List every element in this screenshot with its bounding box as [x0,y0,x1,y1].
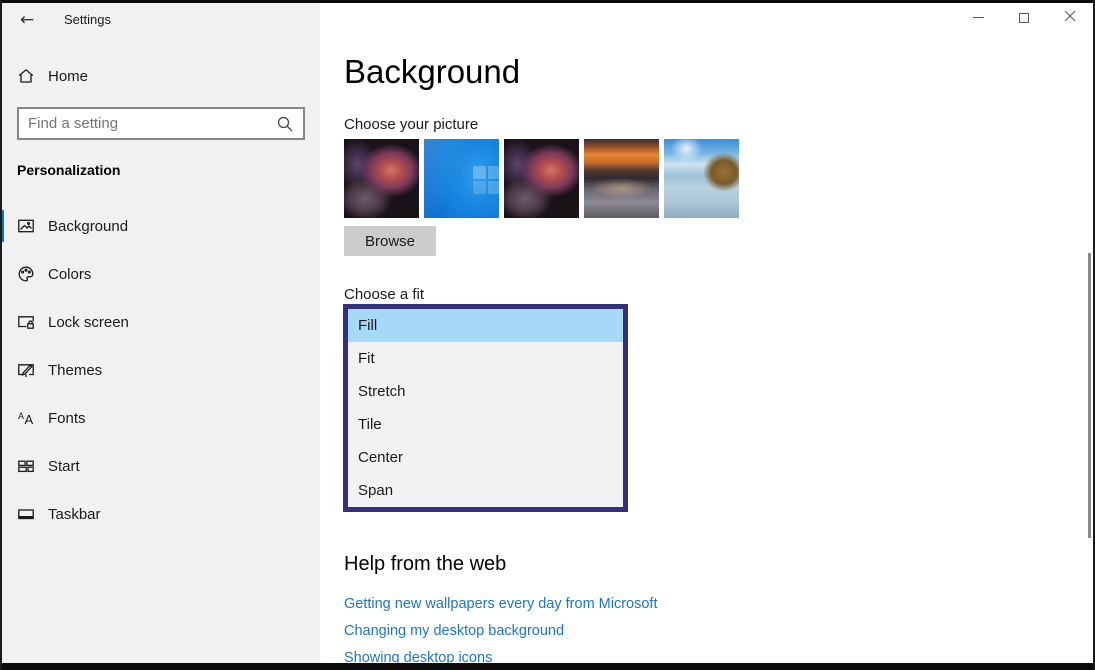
sidebar-item-label: Taskbar [48,506,101,523]
wallpaper-thumbnail-4[interactable] [584,139,659,218]
sidebar-item-label: Fonts [48,410,86,427]
image-icon [17,217,35,240]
vertical-scrollbar-thumb[interactable] [1088,253,1091,538]
main-content: Background Choose your picture Browse Ch… [320,3,1093,663]
fit-option-fill[interactable]: Fill [348,309,623,342]
sidebar-item-home[interactable]: Home [0,63,320,93]
section-header-personalization: Personalization [17,162,120,178]
sidebar-item-lock-screen[interactable]: Lock screen [0,300,320,344]
fit-option-center[interactable]: Center [348,441,623,474]
sidebar-item-colors[interactable]: Colors [0,252,320,296]
wallpaper-thumbnail-3[interactable] [504,139,579,218]
wallpaper-thumbnail-5[interactable] [664,139,739,218]
search-input[interactable] [19,115,275,132]
close-button[interactable] [1047,3,1093,32]
close-icon [1064,9,1076,27]
lock-screen-icon [17,313,35,336]
wallpaper-thumbnails [344,139,739,218]
minimize-icon [973,17,984,18]
palette-icon [17,265,35,288]
sidebar-item-label: Home [48,68,88,85]
browse-button[interactable]: Browse [344,226,436,256]
sidebar-item-label: Themes [48,362,102,379]
themes-icon [17,361,35,384]
wallpaper-thumbnail-1[interactable] [344,139,419,218]
back-button[interactable]: ← [14,9,40,31]
svg-text:A: A [18,411,24,421]
minimize-button[interactable] [955,3,1001,32]
app-title: Settings [64,12,111,27]
sidebar-item-label: Background [48,218,128,235]
window-edge-bottom [0,663,1095,670]
page-title: Background [344,53,520,91]
sidebar-item-label: Start [48,458,80,475]
link-getting-new-wallpapers[interactable]: Getting new wallpapers every day from Mi… [344,596,658,612]
fit-option-stretch[interactable]: Stretch [348,375,623,408]
search-box [17,107,305,140]
fit-dropdown-list: Fill Fit Stretch Tile Center Span [343,304,628,512]
choose-fit-label: Choose a fit [344,286,424,303]
back-arrow-icon: ← [20,10,34,30]
sidebar-item-label: Colors [48,266,91,283]
sidebar-item-label: Lock screen [48,314,129,331]
window-controls [955,3,1093,32]
start-grid-icon [17,457,35,480]
fonts-icon: A A [17,409,35,432]
sidebar-item-themes[interactable]: Themes [0,348,320,392]
fit-option-fit[interactable]: Fit [348,342,623,375]
sidebar-item-start[interactable]: Start [0,444,320,488]
choose-picture-label: Choose your picture [344,116,478,133]
sidebar-item-fonts[interactable]: A A Fonts [0,396,320,440]
help-from-web-title: Help from the web [344,553,506,576]
search-icon[interactable] [275,114,297,134]
maximize-icon [1019,13,1029,23]
window-edge-top [0,0,1095,3]
sidebar: ← Settings Home Personalization [0,3,320,663]
wallpaper-thumbnail-2[interactable] [424,139,499,218]
home-icon [17,67,35,90]
taskbar-icon [17,505,35,528]
maximize-button[interactable] [1001,3,1047,32]
sidebar-item-taskbar[interactable]: Taskbar [0,492,320,536]
link-changing-desktop-background[interactable]: Changing my desktop background [344,623,564,639]
window-edge-left [0,0,2,670]
fit-option-tile[interactable]: Tile [348,408,623,441]
svg-text:A: A [25,412,34,427]
sidebar-item-background[interactable]: Background [0,204,320,248]
fit-option-span[interactable]: Span [348,474,623,507]
